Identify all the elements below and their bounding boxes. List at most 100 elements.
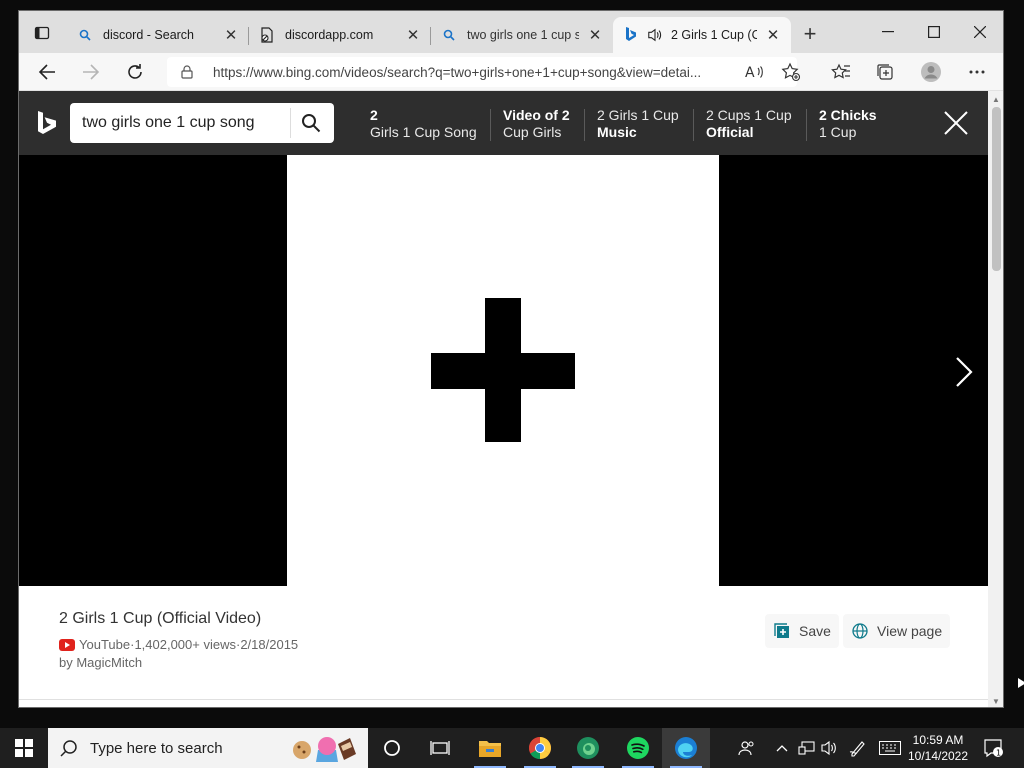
video-views: 1,402,000+ views (134, 637, 236, 652)
edge-beta-icon[interactable] (564, 728, 612, 768)
lock-icon[interactable] (179, 65, 195, 79)
search-icon[interactable] (291, 103, 331, 143)
network-icon[interactable] (796, 728, 818, 768)
related-search-4[interactable]: 2 Cups 1 Cup Official (693, 107, 792, 141)
bing-video-header: 2 Girls 1 Cup Song Video of 2 Cup Girls … (19, 91, 988, 155)
blocked-page-icon (259, 27, 275, 43)
tab-title: two girls one 1 cup so (467, 28, 579, 42)
tab-actions-icon[interactable] (29, 22, 55, 44)
search-highlight-icon[interactable] (292, 734, 362, 764)
save-collection-icon (773, 622, 791, 640)
related-search-2[interactable]: Video of 2 Cup Girls (490, 107, 570, 141)
save-button[interactable]: Save (765, 614, 839, 648)
tab-2-girls-1-cup-active[interactable]: 2 Girls 1 Cup (Of ✕ (613, 17, 791, 53)
close-window-icon[interactable] (957, 19, 1003, 45)
video-meta: YouTube · 1,402,000+ views · 2/18/2015 (59, 637, 298, 652)
address-bar[interactable]: https://www.bing.com/videos/search?q=two… (167, 57, 797, 87)
close-viewer-icon[interactable] (943, 110, 969, 136)
touch-keyboard-icon[interactable] (876, 728, 904, 768)
new-tab-icon[interactable]: + (799, 23, 821, 46)
related-line: Girls 1 Cup Song (370, 124, 477, 140)
scroll-down-icon[interactable]: ▼ (992, 697, 1000, 706)
related-line: 2 Chicks (819, 107, 877, 123)
edge-icon[interactable] (662, 728, 710, 768)
search-icon (60, 739, 78, 757)
close-tab-icon[interactable]: ✕ (405, 27, 421, 44)
view-page-button[interactable]: View page (843, 614, 951, 648)
navigation-bar: https://www.bing.com/videos/search?q=two… (19, 53, 1003, 91)
windows-taskbar: Type here to search 10:59 AM 10/14/2022 … (0, 728, 1024, 768)
next-video-chevron-icon[interactable] (947, 355, 977, 389)
profile-avatar-icon[interactable] (917, 59, 945, 85)
file-explorer-icon[interactable] (466, 728, 514, 768)
video-author: by MagicMitch (59, 655, 143, 670)
related-search-5[interactable]: 2 Chicks 1 Cup (806, 107, 877, 141)
refresh-icon[interactable] (121, 59, 149, 85)
browser-window: discord - Search ✕ discordapp.com ✕ two … (18, 10, 1004, 708)
notification-center-icon[interactable]: 1 (980, 728, 1006, 768)
scroll-up-icon[interactable]: ▲ (992, 95, 1000, 104)
svg-text:1: 1 (996, 749, 1001, 758)
task-view-icon[interactable] (416, 728, 464, 768)
video-frame[interactable] (287, 155, 719, 586)
bing-logo-icon[interactable] (37, 111, 57, 137)
video-date: 2/18/2015 (240, 637, 299, 652)
spotify-icon[interactable] (614, 728, 662, 768)
maximize-icon[interactable] (911, 19, 957, 45)
back-arrow-icon[interactable] (33, 59, 61, 85)
tab-discord-search[interactable]: discord - Search ✕ (67, 17, 249, 53)
people-icon[interactable] (734, 728, 760, 768)
video-source: YouTube (79, 637, 131, 652)
tab-two-girls-search[interactable]: two girls one 1 cup so ✕ (431, 17, 613, 53)
pen-workspace-icon[interactable] (846, 728, 870, 768)
taskbar-clock[interactable]: 10:59 AM 10/14/2022 (905, 732, 971, 764)
more-options-icon[interactable] (963, 59, 991, 85)
tab-title: discordapp.com (285, 28, 374, 42)
clock-time: 10:59 AM (912, 733, 964, 747)
related-line: Cup Girls (503, 124, 562, 140)
scrollbar-thumb[interactable] (992, 107, 1001, 271)
collections-icon[interactable] (871, 59, 899, 85)
youtube-icon (59, 638, 75, 651)
video-title[interactable]: 2 Girls 1 Cup (Official Video) (59, 610, 261, 628)
read-aloud-icon[interactable]: A (741, 59, 769, 85)
page-scrollbar[interactable]: ▲ ▼ (988, 91, 1003, 707)
plus-shape (431, 353, 575, 389)
clock-date: 10/14/2022 (907, 749, 969, 763)
tab-discordapp[interactable]: discordapp.com ✕ (249, 17, 431, 53)
chevron-up-icon[interactable] (772, 728, 792, 768)
chrome-icon[interactable] (516, 728, 564, 768)
speaker-icon[interactable] (647, 27, 663, 43)
minimize-icon[interactable] (865, 19, 911, 45)
search-icon (441, 27, 457, 43)
search-input[interactable] (70, 114, 290, 132)
favorites-icon[interactable] (827, 59, 855, 85)
svg-text:A: A (745, 65, 755, 80)
windows-start-icon[interactable] (0, 728, 48, 768)
related-line: 1 Cup (819, 124, 857, 140)
video-info-panel: 2 Girls 1 Cup (Official Video) YouTube ·… (19, 586, 988, 707)
related-line: 2 (370, 107, 378, 123)
bing-icon (623, 27, 639, 43)
add-favorite-icon[interactable] (777, 59, 805, 85)
related-line: 2 Girls 1 Cup (597, 107, 679, 123)
bing-search-box (70, 103, 334, 143)
taskbar-search-box[interactable]: Type here to search (48, 728, 368, 768)
mouse-cursor-icon (1018, 678, 1024, 688)
globe-icon (851, 622, 869, 640)
related-line: Official (706, 124, 754, 140)
view-page-label: View page (877, 623, 943, 639)
forward-arrow-icon[interactable] (77, 59, 105, 85)
close-tab-icon[interactable]: ✕ (765, 27, 781, 44)
related-search-3[interactable]: 2 Girls 1 Cup Music (584, 107, 679, 141)
close-tab-icon[interactable]: ✕ (223, 27, 239, 44)
save-label: Save (799, 623, 831, 639)
video-player[interactable] (19, 155, 988, 586)
related-line: Music (597, 124, 637, 140)
cortana-icon[interactable] (368, 728, 416, 768)
volume-icon[interactable] (818, 728, 840, 768)
related-search-1[interactable]: 2 Girls 1 Cup Song (370, 107, 477, 141)
close-tab-icon[interactable]: ✕ (587, 27, 603, 44)
search-icon (77, 27, 93, 43)
related-line: 2 Cups 1 Cup (706, 107, 792, 123)
